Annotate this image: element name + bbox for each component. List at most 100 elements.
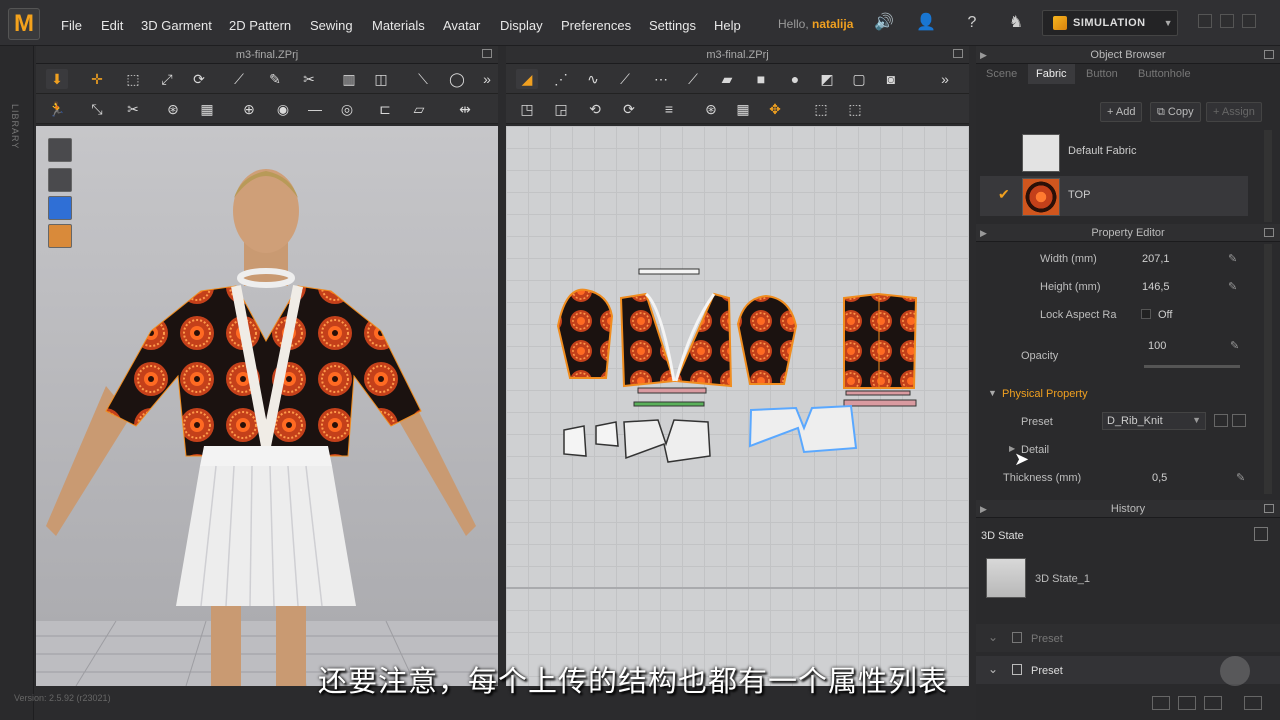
menu-sewing[interactable]: Sewing: [310, 18, 353, 33]
preset-select[interactable]: D_Rib_Knit ▼: [1102, 412, 1206, 430]
ruler-icon[interactable]: ⊏: [374, 99, 396, 119]
line-icon[interactable]: —: [304, 99, 326, 119]
edit-pen-icon[interactable]: ✎: [1236, 471, 1245, 484]
polygon-icon[interactable]: ▰: [716, 69, 738, 89]
viewport-3d[interactable]: [36, 126, 498, 686]
edit-curve-icon[interactable]: ∿: [582, 69, 604, 89]
arrange-icon[interactable]: ◫: [370, 69, 392, 89]
edit-pen-icon[interactable]: ✎: [1228, 252, 1237, 265]
save-state-icon[interactable]: [1254, 527, 1268, 541]
pose-icon[interactable]: 🏃: [46, 99, 68, 119]
fabric-item-top[interactable]: ✔ TOP: [980, 176, 1248, 216]
edit-pen-icon[interactable]: ✎: [1230, 339, 1239, 352]
add-point-icon[interactable]: ⋯: [650, 69, 672, 89]
width-value[interactable]: 207,1: [1142, 253, 1170, 265]
fold-2d-icon[interactable]: ⟲: [584, 99, 606, 119]
texture-icon[interactable]: ▦: [196, 99, 218, 119]
point-add-icon[interactable]: ⊕: [238, 99, 260, 119]
texture-edit-icon[interactable]: ✥: [764, 99, 786, 119]
pane-3d-popout-icon[interactable]: [482, 49, 492, 58]
menu-2d-pattern[interactable]: 2D Pattern: [229, 18, 291, 33]
select-move-icon[interactable]: ✛: [86, 69, 108, 89]
edit-pattern-icon[interactable]: ◢: [516, 69, 538, 89]
button-icon[interactable]: ◉: [272, 99, 294, 119]
user-name[interactable]: natalija: [812, 17, 853, 31]
pane-2d-popout-icon[interactable]: [953, 49, 963, 58]
preset-save-icon[interactable]: [1214, 414, 1228, 427]
texture-2d-icon[interactable]: ▦: [732, 99, 754, 119]
add-button[interactable]: + Add: [1100, 102, 1143, 122]
play-icon[interactable]: [1220, 656, 1250, 686]
select-box-icon[interactable]: ⬚: [122, 69, 144, 89]
view-3d-icon[interactable]: [1178, 696, 1196, 710]
arrow-down-icon[interactable]: ⬇: [46, 69, 68, 89]
pleat-icon[interactable]: ⟳: [618, 99, 640, 119]
chevron-down-icon[interactable]: ▼: [1164, 11, 1173, 35]
menu-3d-garment[interactable]: 3D Garment: [141, 18, 212, 33]
popout-icon[interactable]: [1264, 504, 1274, 513]
internal-circle-icon[interactable]: ◙: [880, 69, 902, 89]
object-browser-scrollbar[interactable]: [1264, 130, 1272, 222]
menu-help[interactable]: Help: [714, 18, 741, 33]
viewport-2d[interactable]: [506, 126, 969, 686]
collapse-arrow-icon[interactable]: ▶: [980, 500, 987, 518]
preset-load-icon[interactable]: [1232, 414, 1246, 427]
curve-point-icon[interactable]: ⟋: [614, 69, 636, 89]
library-tab[interactable]: LIBRARY: [10, 104, 20, 149]
graphic-edit-icon[interactable]: ⬚: [844, 99, 866, 119]
loop-icon[interactable]: ◯: [446, 69, 468, 89]
menu-file[interactable]: File: [61, 18, 82, 33]
physical-property-label[interactable]: Physical Property: [1002, 388, 1088, 400]
internal-rect-icon[interactable]: ▢: [848, 69, 870, 89]
tab-button[interactable]: Button: [1086, 68, 1118, 80]
avatar-tool-icon[interactable]: ⤡: [86, 99, 108, 119]
state-item[interactable]: 3D State_1: [1035, 573, 1090, 585]
edit-point-icon[interactable]: ⋰: [550, 69, 572, 89]
menu-materials[interactable]: Materials: [372, 18, 425, 33]
graphic-icon[interactable]: ⬚: [810, 99, 832, 119]
thickness-value[interactable]: 0,5: [1152, 472, 1167, 484]
fabric-item-default[interactable]: Default Fabric: [980, 132, 1248, 172]
collapse-arrow-icon[interactable]: ▶: [980, 224, 987, 242]
menu-settings[interactable]: Settings: [649, 18, 696, 33]
menu-preferences[interactable]: Preferences: [561, 18, 631, 33]
slash-spread-icon[interactable]: ◲: [550, 99, 572, 119]
sewing-icon[interactable]: ≡: [658, 99, 680, 119]
button-2d-icon[interactable]: ⊛: [700, 99, 722, 119]
pin-icon[interactable]: ⟋: [228, 69, 250, 89]
minimize-icon[interactable]: [1198, 14, 1212, 28]
measure-icon[interactable]: ⟍: [412, 69, 434, 89]
layout-icon[interactable]: [1152, 696, 1170, 710]
plane-icon[interactable]: ▱: [408, 99, 430, 119]
more-2d-icon[interactable]: »: [938, 69, 952, 89]
lock-aspect-checkbox[interactable]: [1141, 309, 1151, 319]
simulation-button[interactable]: SIMULATION ▼: [1042, 10, 1178, 36]
edit-pen-icon[interactable]: ✎: [1228, 280, 1237, 293]
sound-icon[interactable]: 🔊: [874, 13, 894, 33]
avatar-toggle-icon[interactable]: ♞: [1006, 13, 1026, 33]
brush-icon[interactable]: ✎: [264, 69, 286, 89]
property-scrollbar[interactable]: [1264, 244, 1272, 494]
tape-icon[interactable]: ✂: [298, 69, 320, 89]
tab-scene[interactable]: Scene: [986, 68, 1017, 80]
menu-display[interactable]: Display: [500, 18, 543, 33]
chevron-down-icon[interactable]: ⌄: [988, 662, 998, 676]
zipper-icon[interactable]: ◎: [336, 99, 358, 119]
maximize-icon[interactable]: [1220, 14, 1234, 28]
collapse-arrow-icon[interactable]: ▶: [980, 46, 987, 64]
transform-icon[interactable]: ⤢: [156, 69, 178, 89]
opacity-slider[interactable]: [1144, 365, 1240, 368]
trace-icon[interactable]: ⟋: [682, 69, 704, 89]
popout-icon[interactable]: [1264, 228, 1274, 237]
copy-button[interactable]: ⧉ Copy: [1150, 102, 1201, 122]
close-icon[interactable]: [1242, 14, 1256, 28]
pin-tool-icon[interactable]: ✂: [122, 99, 144, 119]
menu-edit[interactable]: Edit: [101, 18, 123, 33]
rectangle-icon[interactable]: ■: [750, 69, 772, 89]
more-icon[interactable]: »: [480, 69, 494, 89]
view-2d-icon[interactable]: [1204, 696, 1222, 710]
opacity-value[interactable]: 100: [1148, 340, 1166, 352]
height-value[interactable]: 146,5: [1142, 281, 1170, 293]
tab-fabric[interactable]: Fabric: [1028, 64, 1075, 84]
menu-avatar[interactable]: Avatar: [443, 18, 480, 33]
